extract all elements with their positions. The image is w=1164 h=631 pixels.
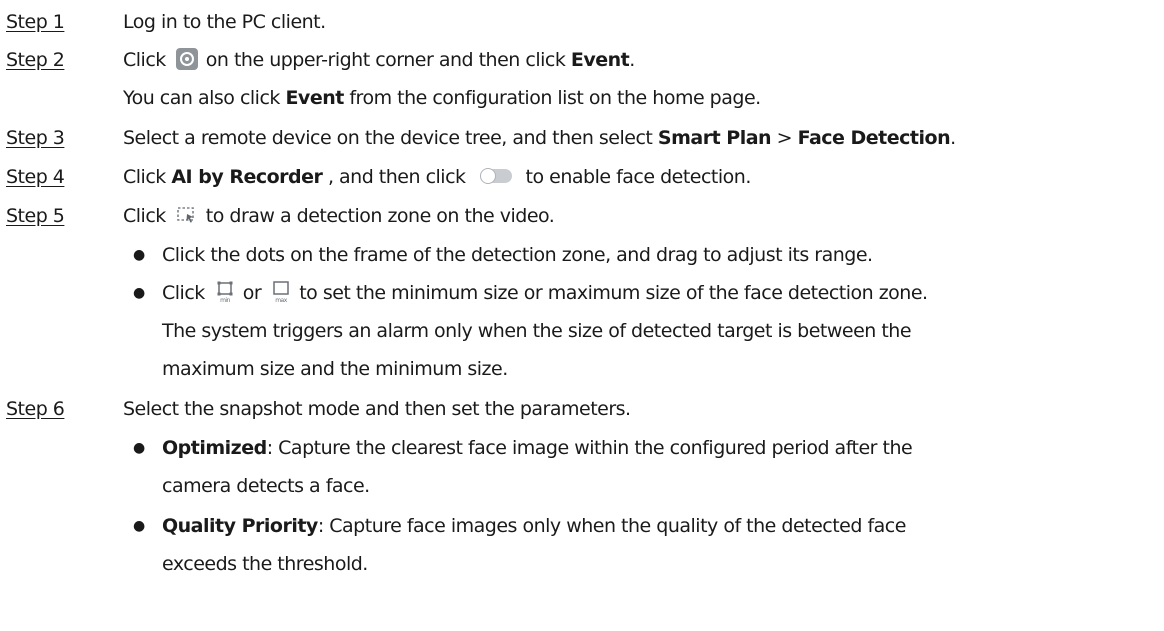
step-4-text: Click AI by Recorder , and then click to … (123, 166, 751, 188)
smart-plan-term: Smart Plan (657, 127, 772, 149)
event-term: Event (570, 49, 630, 71)
optimized-term: Optimized (162, 437, 267, 459)
bullet-dot: ● (133, 247, 145, 263)
max-size-icon: max (273, 280, 289, 304)
step-5-label: Step 5 (6, 205, 65, 227)
step-6-label: Step 6 (6, 398, 65, 420)
svg-text:max: max (275, 297, 288, 304)
step-5-text: Click to draw a detection zone on the vid… (123, 205, 555, 227)
step-1-text: Log in to the PC client. (123, 11, 326, 33)
draw-zone-icon (176, 206, 194, 223)
bullet-dot: ● (133, 518, 145, 534)
step-6-text: Select the snapshot mode and then set th… (123, 398, 631, 420)
toggle-icon (479, 167, 512, 184)
document-page: Step 1 Log in to the PC client. Step 2 C… (0, 0, 1164, 631)
step-2-text: Click on the upper-right corner and then … (123, 47, 635, 71)
step-2-label: Step 2 (6, 49, 65, 71)
face-detection-term: Face Detection (797, 127, 951, 149)
min-size-icon: min (217, 281, 233, 304)
gear-icon (175, 47, 198, 70)
step-3-text: Select a remote device on the device tre… (123, 127, 956, 149)
bullet-dot: ● (133, 285, 145, 301)
event-term: Event (285, 87, 344, 109)
svg-text:min: min (220, 297, 231, 304)
quality-priority-term: Quality Priority (162, 515, 318, 537)
bullet-dot: ● (133, 440, 145, 456)
step-3-label: Step 3 (6, 127, 65, 149)
step-1-label: Step 1 (6, 11, 65, 33)
ai-by-recorder-term: AI by Recorder (171, 166, 323, 188)
step-4-label: Step 4 (6, 166, 65, 188)
